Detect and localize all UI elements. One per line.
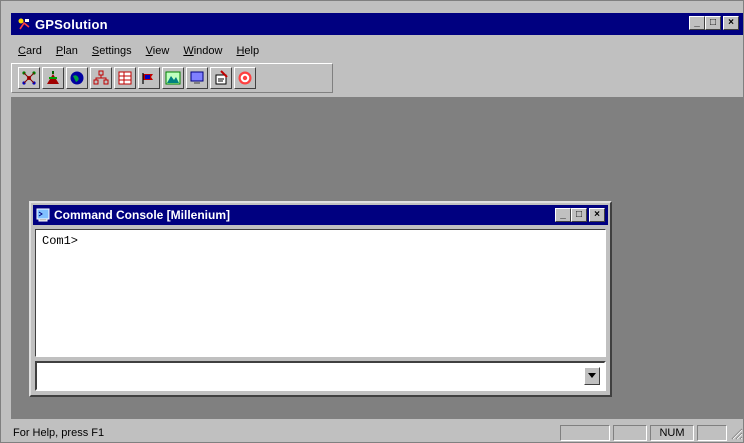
satellite-app-icon xyxy=(17,17,31,31)
toolbar-monitor-button[interactable] xyxy=(186,67,208,89)
gpsolution-app-window: GPSolution _ □ × Card Plan Settings View… xyxy=(0,0,744,443)
status-pane-caps xyxy=(613,425,647,441)
status-num-indicator: NUM xyxy=(650,425,694,441)
toolbar-document-sign-button[interactable] xyxy=(210,67,232,89)
command-input[interactable] xyxy=(39,365,587,387)
app-window-controls: _ □ × xyxy=(689,16,739,30)
table-grid-icon xyxy=(118,71,132,85)
console-window-controls: _ □ × xyxy=(555,208,605,222)
network-nodes-icon xyxy=(93,70,109,85)
toolbar xyxy=(11,63,333,93)
menu-window[interactable]: Window xyxy=(176,45,229,57)
menu-view-label: iew xyxy=(152,45,170,57)
app-title-bar[interactable]: GPSolution _ □ × xyxy=(11,13,743,35)
console-prompt: Com1> xyxy=(42,234,79,248)
menu-view-mnemonic: V xyxy=(145,45,153,57)
satellite-network-icon xyxy=(22,71,36,85)
menu-help[interactable]: Help xyxy=(229,45,266,57)
menu-plan[interactable]: Plan xyxy=(49,45,85,57)
console-output[interactable]: Com1> xyxy=(35,229,606,357)
menu-settings[interactable]: Settings xyxy=(85,45,139,57)
command-console-window: Command Console [Millenium] _ □ × Com1> xyxy=(29,201,612,397)
toolbar-terrain-button[interactable] xyxy=(162,67,184,89)
toolbar-antenna-button[interactable] xyxy=(42,67,64,89)
monitor-icon xyxy=(190,71,204,84)
toolbar-satellite-network-button[interactable] xyxy=(18,67,40,89)
console-maximize-button[interactable]: □ xyxy=(571,208,587,222)
toolbar-network-nodes-button[interactable] xyxy=(90,67,112,89)
menu-window-mnemonic: W xyxy=(183,45,194,57)
console-window-icon xyxy=(36,208,50,222)
status-bar: For Help, press F1 NUM xyxy=(11,423,743,443)
menu-bar: Card Plan Settings View Window Help xyxy=(11,41,266,61)
toolbar-table-grid-button[interactable] xyxy=(114,67,136,89)
menu-view[interactable]: View xyxy=(139,45,177,57)
menu-window-label: indow xyxy=(193,45,223,57)
chevron-down-icon xyxy=(588,373,596,378)
menu-settings-label: ettings xyxy=(99,45,132,57)
status-pane-scroll xyxy=(697,425,727,441)
toolbar-flag-button[interactable] xyxy=(138,67,160,89)
console-title: Command Console [Millenium] xyxy=(54,208,231,222)
flag-icon xyxy=(142,73,153,84)
minimize-button[interactable]: _ xyxy=(689,16,705,30)
maximize-button[interactable]: □ xyxy=(705,16,721,30)
menu-plan-label: lan xyxy=(63,45,78,57)
close-button[interactable]: × xyxy=(723,16,739,30)
menu-card-mnemonic: C xyxy=(18,45,26,57)
resize-grip-icon[interactable] xyxy=(729,426,743,440)
status-pane-blank xyxy=(560,425,610,441)
app-title: GPSolution xyxy=(35,16,108,32)
console-minimize-button[interactable]: _ xyxy=(555,208,571,222)
command-input-row xyxy=(35,361,606,391)
terrain-icon xyxy=(165,71,181,85)
toolbar-globe-button[interactable] xyxy=(66,67,88,89)
toolbar-target-button[interactable] xyxy=(234,67,256,89)
globe-icon xyxy=(70,71,84,85)
target-icon xyxy=(238,71,252,85)
command-history-dropdown-button[interactable] xyxy=(584,367,600,385)
document-sign-icon xyxy=(215,70,228,85)
antenna-icon xyxy=(47,71,59,84)
menu-card[interactable]: Card xyxy=(11,45,49,57)
menu-help-label: elp xyxy=(244,45,260,57)
console-close-button[interactable]: × xyxy=(589,208,605,222)
status-help-text: For Help, press F1 xyxy=(13,427,105,439)
console-title-bar[interactable]: Command Console [Millenium] _ □ × xyxy=(33,205,608,225)
menu-card-label: ard xyxy=(25,45,42,57)
